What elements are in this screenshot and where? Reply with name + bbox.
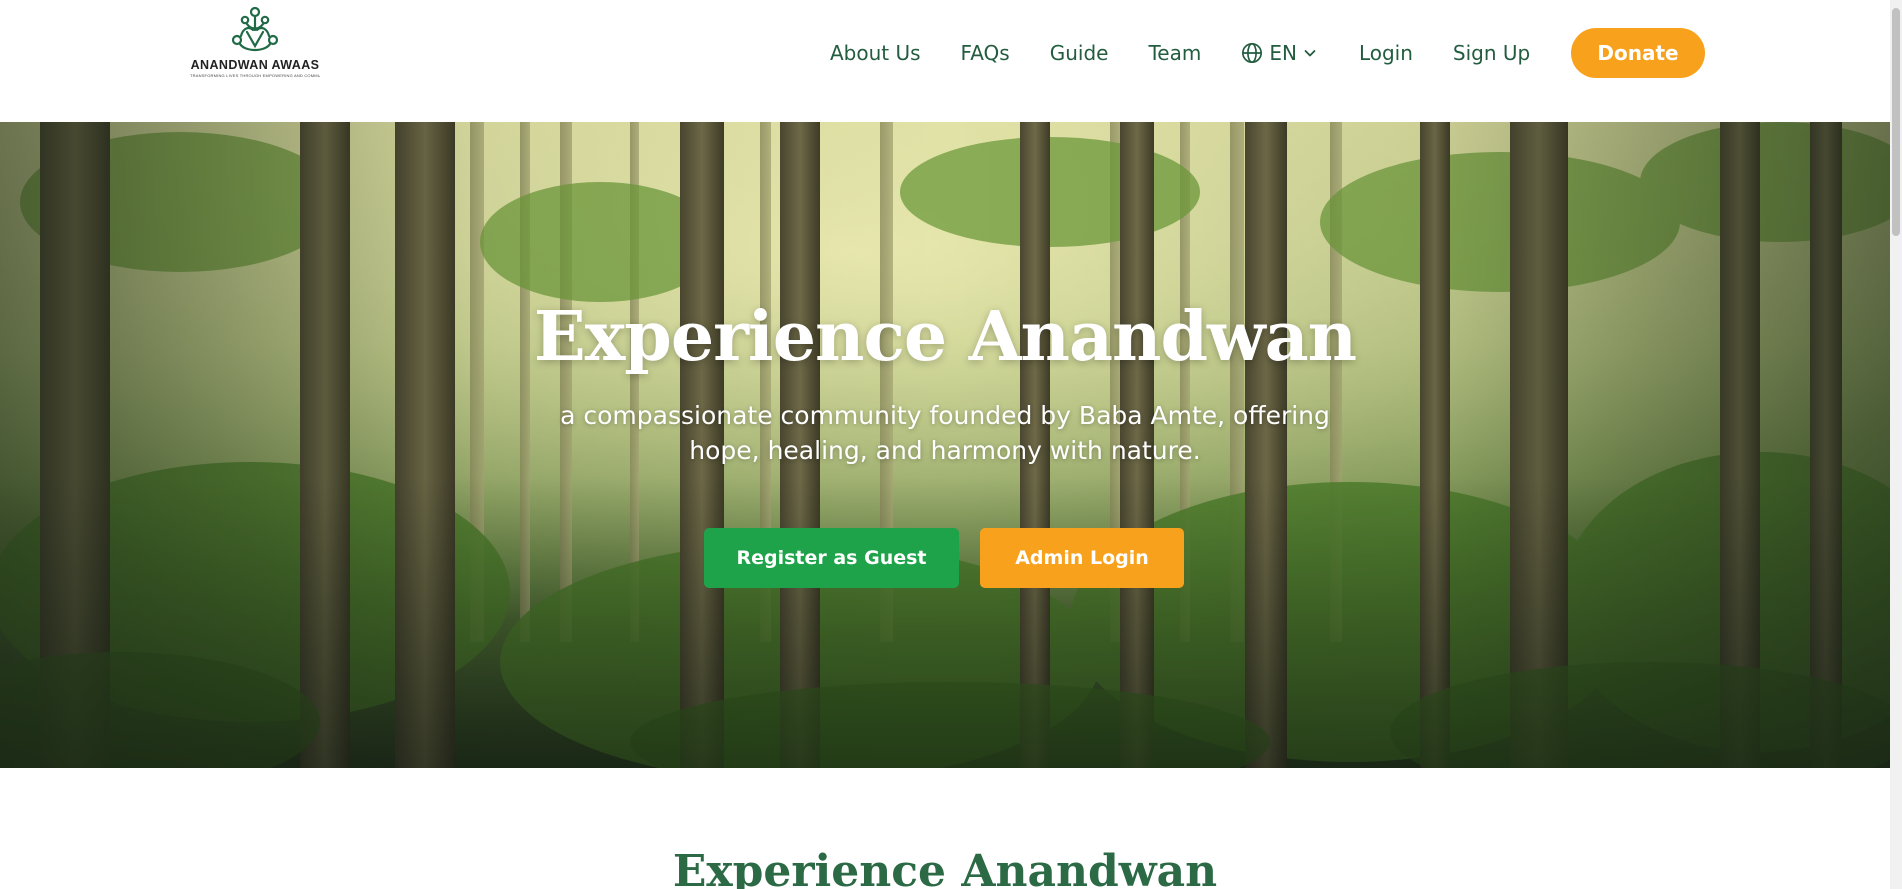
nav-link-guide[interactable]: Guide <box>1050 41 1109 65</box>
hero-subtitle-line-1: a compassionate community founded by Bab… <box>560 401 1330 430</box>
chevron-down-icon <box>1304 50 1316 57</box>
language-label: EN <box>1269 41 1297 65</box>
language-selector[interactable]: EN <box>1241 41 1317 65</box>
main-nav: About Us FAQs Guide Team EN Login Sign U <box>830 29 1570 77</box>
hero-content: Experience Anandwan a compassionate comm… <box>0 122 1890 768</box>
people-circle-logo-icon <box>231 6 279 52</box>
brand-name: ANANDWAN AWAAS <box>190 58 320 72</box>
nav-link-faqs[interactable]: FAQs <box>961 41 1010 65</box>
globe-icon <box>1242 43 1263 63</box>
hero-section: Experience Anandwan a compassionate comm… <box>0 122 1890 768</box>
brand-tagline: TRANSFORMING LIVES THROUGH EMPOWERING AN… <box>190 73 320 78</box>
section-title: Experience Anandwan <box>672 846 1218 889</box>
nav-link-team[interactable]: Team <box>1148 41 1201 65</box>
hero-title: Experience Anandwan <box>533 297 1357 377</box>
donate-button[interactable]: Donate <box>1571 28 1705 78</box>
page-scrollbar[interactable] <box>1890 0 1902 889</box>
register-as-guest-button[interactable]: Register as Guest <box>704 528 959 588</box>
hero-subtitle: a compassionate community founded by Bab… <box>545 398 1345 468</box>
site-header: ANANDWAN AWAAS TRANSFORMING LIVES THROUG… <box>0 0 1890 122</box>
admin-login-button[interactable]: Admin Login <box>980 528 1184 588</box>
brand-logo[interactable]: ANANDWAN AWAAS TRANSFORMING LIVES THROUG… <box>190 6 320 86</box>
scrollbar-thumb[interactable] <box>1892 8 1900 236</box>
page: ANANDWAN AWAAS TRANSFORMING LIVES THROUG… <box>0 0 1902 889</box>
hero-subtitle-line-2: hope, healing, and harmony with nature. <box>689 436 1201 465</box>
login-link[interactable]: Login <box>1359 41 1413 65</box>
signup-link[interactable]: Sign Up <box>1453 41 1530 65</box>
nav-link-about-us[interactable]: About Us <box>830 41 921 65</box>
